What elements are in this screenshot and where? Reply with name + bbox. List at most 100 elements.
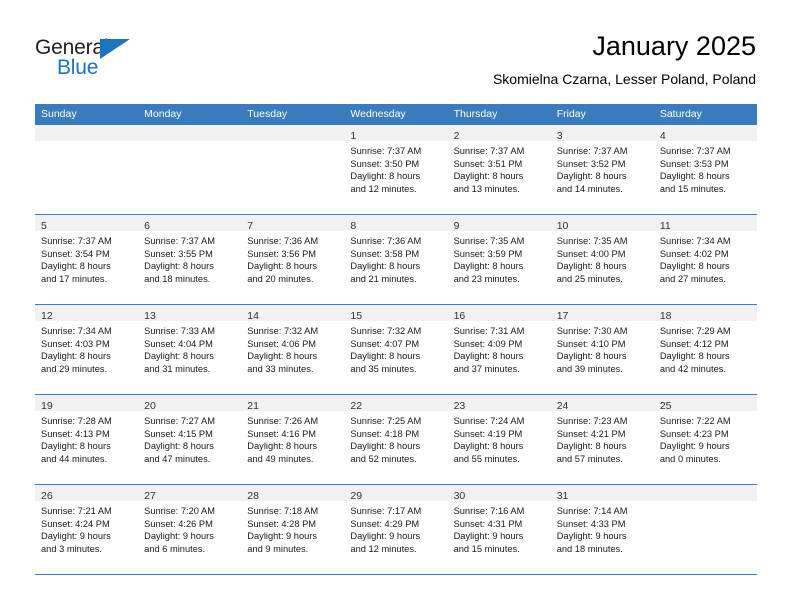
calendar-day-cell[interactable]: 11 Sunrise: 7:34 AM Sunset: 4:02 PM Dayligh… <box>653 215 757 304</box>
sunrise-text: Sunrise: 7:20 AM <box>144 506 215 516</box>
daylight-text-cont: and 42 minutes. <box>659 363 726 374</box>
sunrise-text: Sunrise: 7:33 AM <box>144 326 215 336</box>
calendar-day-cell[interactable]: 15 Sunrise: 7:32 AM Sunset: 4:07 PM Dayligh… <box>344 305 448 394</box>
daylight-text-cont: and 6 minutes. <box>144 543 206 554</box>
calendar-week-row: 26 Sunrise: 7:21 AM Sunset: 4:24 PM Dayligh… <box>35 485 757 575</box>
day-number-band: 20 <box>138 395 242 412</box>
day-number-band <box>35 125 139 141</box>
calendar-day-cell[interactable]: 7 Sunrise: 7:36 AM Sunset: 3:56 PM Daylight… <box>241 215 345 304</box>
calendar-day-cell[interactable]: 14 Sunrise: 7:32 AM Sunset: 4:06 PM Dayligh… <box>241 305 345 394</box>
sunrise-text: Sunrise: 7:37 AM <box>350 146 422 156</box>
daylight-text-cont: and 21 minutes. <box>350 273 417 284</box>
daylight-text-cont: and 47 minutes. <box>144 453 211 464</box>
calendar-day-cell[interactable]: 8 Sunrise: 7:36 AM Sunset: 3:58 PM Daylight… <box>344 215 448 304</box>
calendar-day-cell[interactable]: 28 Sunrise: 7:18 AM Sunset: 4:28 PM Dayligh… <box>241 485 345 574</box>
weekday-header-sunday: Sunday <box>41 108 77 120</box>
weekday-header-wednesday: Wednesday <box>350 108 406 120</box>
calendar-day-cell[interactable]: 21 Sunrise: 7:26 AM Sunset: 4:16 PM Dayligh… <box>241 395 345 484</box>
sunrise-text: Sunrise: 7:25 AM <box>350 416 422 426</box>
calendar-day-cell[interactable]: 5 Sunrise: 7:37 AM Sunset: 3:54 PM Daylight… <box>35 215 139 304</box>
daylight-text-cont: and 3 minutes. <box>41 543 102 554</box>
daylight-text: Daylight: 9 hours <box>350 531 421 542</box>
day-number: 2 <box>453 130 460 142</box>
day-number-band: 1 <box>344 125 448 142</box>
day-number: 7 <box>247 220 254 232</box>
calendar-day-cell[interactable]: 29 Sunrise: 7:17 AM Sunset: 4:29 PM Dayligh… <box>344 485 448 574</box>
day-details: Sunrise: 7:34 AM Sunset: 4:02 PM Daylight:… <box>654 231 757 285</box>
day-number: 30 <box>453 490 466 502</box>
calendar-day-cell[interactable]: 1 Sunrise: 7:37 AM Sunset: 3:50 PM Daylight… <box>344 125 448 214</box>
day-details: Sunrise: 7:23 AM Sunset: 4:21 PM Daylight:… <box>551 411 654 465</box>
day-number-band: 3 <box>550 125 654 142</box>
sunset-text: Sunset: 4:03 PM <box>41 338 110 349</box>
day-details: Sunrise: 7:32 AM Sunset: 4:06 PM Daylight:… <box>241 321 344 375</box>
daylight-text-cont: and 44 minutes. <box>41 453 108 464</box>
calendar-day-cell[interactable]: 4 Sunrise: 7:37 AM Sunset: 3:53 PM Daylight… <box>653 125 757 214</box>
daylight-text-cont: and 31 minutes. <box>144 363 211 374</box>
calendar-day-cell[interactable]: 13 Sunrise: 7:33 AM Sunset: 4:04 PM Dayligh… <box>138 305 242 394</box>
calendar-day-cell[interactable]: 22 Sunrise: 7:25 AM Sunset: 4:18 PM Dayligh… <box>344 395 448 484</box>
calendar-day-cell[interactable]: 17 Sunrise: 7:30 AM Sunset: 4:10 PM Dayligh… <box>550 305 654 394</box>
calendar-day-cell[interactable]: 19 Sunrise: 7:28 AM Sunset: 4:13 PM Dayligh… <box>35 395 139 484</box>
sunrise-text: Sunrise: 7:34 AM <box>41 326 112 336</box>
calendar-day-cell[interactable]: 25 Sunrise: 7:22 AM Sunset: 4:23 PM Dayligh… <box>653 395 757 484</box>
day-number-band: 13 <box>138 305 242 322</box>
day-number-band: 6 <box>138 215 242 232</box>
calendar-day-cell[interactable]: 16 Sunrise: 7:31 AM Sunset: 4:09 PM Dayligh… <box>447 305 551 394</box>
day-details: Sunrise: 7:36 AM Sunset: 3:58 PM Daylight:… <box>344 231 447 285</box>
day-number-band <box>653 485 757 501</box>
calendar-day-cell[interactable]: 6 Sunrise: 7:37 AM Sunset: 3:55 PM Daylight… <box>138 215 242 304</box>
calendar-day-cell[interactable]: 9 Sunrise: 7:35 AM Sunset: 3:59 PM Daylight… <box>447 215 551 304</box>
day-number: 23 <box>453 400 466 412</box>
day-number: 21 <box>247 400 259 412</box>
calendar-day-cell[interactable]: 26 Sunrise: 7:21 AM Sunset: 4:24 PM Dayligh… <box>35 485 139 574</box>
calendar-day-cell[interactable]: 27 Sunrise: 7:20 AM Sunset: 4:26 PM Dayligh… <box>138 485 242 574</box>
weekday-header-thursday: Thursday <box>453 108 498 120</box>
daylight-text-cont: and 9 minutes. <box>247 543 309 554</box>
calendar-day-cell[interactable]: 3 Sunrise: 7:37 AM Sunset: 3:52 PM Daylight… <box>550 125 654 214</box>
daylight-text-cont: and 15 minutes. <box>453 543 520 554</box>
sunset-text: Sunset: 4:16 PM <box>247 428 317 439</box>
calendar-day-cell[interactable]: 24 Sunrise: 7:23 AM Sunset: 4:21 PM Dayligh… <box>550 395 654 484</box>
calendar-day-cell-empty <box>653 485 757 574</box>
day-details: Sunrise: 7:17 AM Sunset: 4:29 PM Daylight:… <box>344 501 447 555</box>
sunset-text: Sunset: 3:53 PM <box>659 158 729 169</box>
daylight-text: Daylight: 9 hours <box>41 531 111 542</box>
daylight-text: Daylight: 8 hours <box>350 441 421 452</box>
daylight-text-cont: and 15 minutes. <box>659 183 726 194</box>
calendar-day-cell[interactable]: 20 Sunrise: 7:27 AM Sunset: 4:15 PM Dayligh… <box>138 395 242 484</box>
daylight-text: Daylight: 8 hours <box>453 261 524 272</box>
day-number: 11 <box>659 220 671 232</box>
sunrise-text: Sunrise: 7:32 AM <box>350 326 422 336</box>
day-details: Sunrise: 7:34 AM Sunset: 4:03 PM Daylight:… <box>35 321 138 375</box>
calendar-day-cell[interactable]: 10 Sunrise: 7:35 AM Sunset: 4:00 PM Dayligh… <box>550 215 654 304</box>
calendar-week-row: 1 Sunrise: 7:37 AM Sunset: 3:50 PM Daylight… <box>35 125 757 215</box>
day-number: 18 <box>659 310 672 322</box>
daylight-text-cont: and 18 minutes. <box>556 543 623 554</box>
calendar-day-cell[interactable]: 30 Sunrise: 7:16 AM Sunset: 4:31 PM Dayligh… <box>447 485 551 574</box>
sunset-text: Sunset: 4:06 PM <box>247 338 317 349</box>
daylight-text-cont: and 52 minutes. <box>350 453 417 464</box>
day-number-band: 16 <box>447 305 551 322</box>
day-details: Sunrise: 7:36 AM Sunset: 3:56 PM Daylight:… <box>241 231 344 285</box>
sunrise-text: Sunrise: 7:28 AM <box>41 416 112 426</box>
sunset-text: Sunset: 3:50 PM <box>350 158 420 169</box>
generalblue-logo[interactable]: General Blue <box>35 36 165 82</box>
daylight-text: Daylight: 8 hours <box>556 351 627 362</box>
day-number-band: 4 <box>653 125 757 142</box>
calendar-day-cell[interactable]: 23 Sunrise: 7:24 AM Sunset: 4:19 PM Dayligh… <box>447 395 551 484</box>
day-details: Sunrise: 7:20 AM Sunset: 4:26 PM Daylight:… <box>138 501 241 555</box>
day-details <box>138 141 241 145</box>
sunset-text: Sunset: 4:19 PM <box>453 428 523 439</box>
calendar-day-cell[interactable]: 12 Sunrise: 7:34 AM Sunset: 4:03 PM Dayligh… <box>35 305 139 394</box>
day-number-band: 25 <box>653 395 757 412</box>
calendar-day-cell-empty <box>138 125 242 214</box>
calendar-day-cell[interactable]: 31 Sunrise: 7:14 AM Sunset: 4:33 PM Dayligh… <box>550 485 654 574</box>
calendar-day-cell[interactable]: 2 Sunrise: 7:37 AM Sunset: 3:51 PM Daylight… <box>447 125 551 214</box>
day-details: Sunrise: 7:18 AM Sunset: 4:28 PM Daylight:… <box>241 501 344 555</box>
day-details <box>35 141 138 145</box>
day-number-band: 5 <box>35 215 139 232</box>
calendar-day-cell[interactable]: 18 Sunrise: 7:29 AM Sunset: 4:12 PM Dayligh… <box>653 305 757 394</box>
day-number-band: 19 <box>35 395 139 412</box>
calendar-grid: Sunday Monday Tuesday Wednesday Thursday Frid… <box>35 104 757 575</box>
